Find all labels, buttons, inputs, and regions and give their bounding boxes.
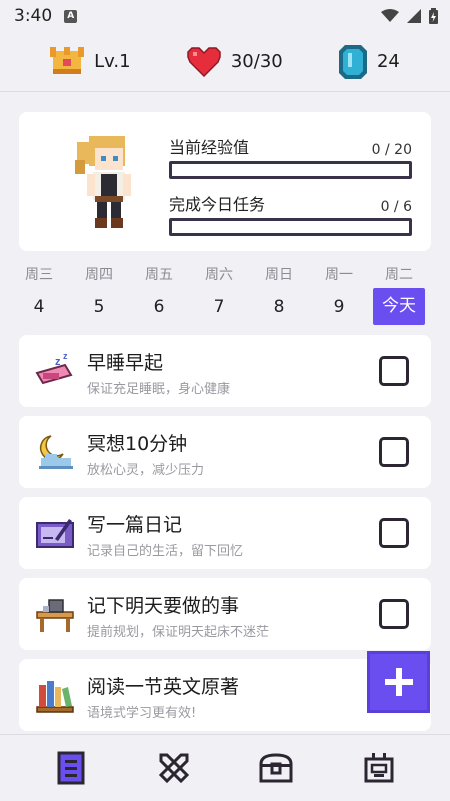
gem-stat[interactable]: 24 (338, 44, 400, 79)
today-button[interactable]: 今天 (373, 288, 425, 325)
day-item[interactable]: 周三 4 (9, 264, 69, 325)
day-item[interactable]: 周六 7 (189, 264, 249, 325)
treasure-chest-icon (259, 753, 293, 783)
task-checkbox[interactable] (379, 599, 409, 629)
notification-icon: A (64, 9, 78, 23)
task-title: 写一篇日记 (87, 514, 183, 536)
nav-battle[interactable] (154, 748, 194, 788)
svg-text:z: z (63, 351, 68, 361)
task-card[interactable]: 冥想10分钟 放松心灵，减少压力 (19, 416, 431, 488)
exp-progress: 当前经验值 0 / 20 (169, 134, 412, 179)
task-checkbox[interactable] (379, 437, 409, 467)
bottom-nav (0, 734, 450, 801)
status-time: 3:40 (14, 6, 53, 26)
hero-card: 当前经验值 0 / 20 完成今日任务 0 / 6 (19, 112, 431, 251)
moon-cloud-icon (39, 435, 73, 469)
weekday-label: 周五 (145, 267, 173, 283)
weekday-label: 周三 (25, 267, 53, 283)
weekday-label: 周一 (325, 267, 353, 283)
task-subtitle: 放松心灵，减少压力 (87, 463, 205, 478)
task-subtitle: 记录自己的生活，留下回忆 (87, 544, 244, 559)
character-avatar (75, 136, 131, 228)
task-progress-value: 0 / 6 (380, 199, 412, 215)
task-card[interactable]: 写一篇日记 记录自己的生活，留下回忆 (19, 497, 431, 569)
day-item[interactable]: 周五 6 (129, 264, 189, 325)
exp-bar (169, 161, 412, 179)
health-stat[interactable]: 30/30 (187, 46, 283, 77)
task-checkbox[interactable] (379, 356, 409, 386)
weekday-label: 周六 (205, 267, 233, 283)
task-title: 阅读一节英文原著 (87, 676, 240, 698)
day-item[interactable]: 周一 9 (309, 264, 369, 325)
day-item[interactable]: 周日 8 (249, 264, 309, 325)
wifi-icon (381, 9, 399, 22)
task-subtitle: 保证充足睡眠，身心健康 (87, 382, 231, 397)
task-card[interactable]: 记下明天要做的事 提前规划，保证明天起床不迷茫 (19, 578, 431, 650)
task-checkbox[interactable] (379, 518, 409, 548)
tablet-pen-icon (36, 519, 74, 548)
level-value: Lv.1 (94, 51, 131, 72)
gem-value: 24 (376, 51, 400, 72)
day-number: 7 (213, 297, 225, 317)
sleep-icon: z z (35, 351, 73, 385)
task-title: 记下明天要做的事 (87, 595, 240, 617)
svg-text:z: z (55, 356, 61, 368)
plus-icon (384, 668, 413, 696)
task-title: 早睡早起 (87, 352, 164, 374)
books-icon (36, 681, 74, 713)
health-value: 30/30 (230, 51, 283, 72)
gem-icon (338, 44, 367, 79)
weekday-label: 周日 (265, 267, 293, 283)
desk-icon (36, 599, 74, 632)
task-bar (169, 218, 412, 236)
crossed-swords-icon (158, 753, 189, 784)
status-bar: 3:40 A (0, 0, 450, 32)
task-title: 冥想10分钟 (87, 433, 188, 455)
nav-inventory[interactable] (256, 748, 296, 788)
exp-label: 当前经验值 (169, 138, 250, 157)
battery-icon (429, 8, 438, 24)
player-stats-bar: Lv.1 30/30 24 (0, 32, 450, 92)
task-subtitle: 语境式学习更有效! (87, 706, 197, 721)
exp-value: 0 / 20 (371, 142, 412, 158)
task-progress: 完成今日任务 0 / 6 (169, 191, 412, 236)
day-number: 9 (333, 297, 345, 317)
weekday-label: 周二 (385, 267, 413, 283)
day-item[interactable]: 周四 5 (69, 264, 129, 325)
task-progress-label: 完成今日任务 (169, 195, 266, 214)
cellular-icon (407, 9, 421, 23)
day-number: 5 (93, 297, 105, 317)
add-task-button[interactable] (367, 651, 430, 713)
task-card[interactable]: z z 早睡早起 保证充足睡眠，身心健康 (19, 335, 431, 407)
tasks-list-icon (57, 751, 85, 785)
day-item-today[interactable]: 周二 今天 (369, 264, 429, 325)
weekday-label: 周四 (85, 267, 113, 283)
robot-icon (364, 753, 394, 783)
day-number: 8 (273, 297, 285, 317)
heart-icon (187, 46, 221, 77)
level-stat[interactable]: Lv.1 (50, 46, 131, 77)
nav-tasks[interactable] (51, 748, 91, 788)
day-number: 4 (33, 297, 45, 317)
day-number: 6 (153, 297, 165, 317)
task-subtitle: 提前规划，保证明天起床不迷茫 (87, 625, 270, 640)
crown-icon (50, 46, 85, 74)
nav-profile[interactable] (359, 748, 399, 788)
week-selector: 周三 4 周四 5 周五 6 周六 7 周日 8 周一 9 周二今天 (9, 264, 441, 325)
